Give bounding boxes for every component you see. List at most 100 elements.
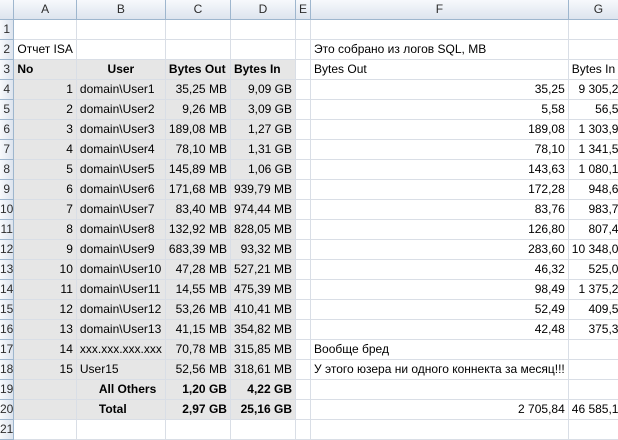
row-header[interactable]: 9 (0, 179, 15, 200)
cell-b6[interactable]: domain\User3 (76, 119, 166, 140)
cell-f19[interactable] (310, 379, 569, 400)
cell-d16[interactable]: 354,82 MB (230, 319, 297, 340)
cell-e20[interactable] (295, 399, 312, 420)
row-header[interactable]: 11 (0, 219, 15, 240)
cell-e17[interactable] (295, 339, 312, 360)
cell-g7[interactable]: 1 341,53 (568, 139, 618, 160)
cell-g1[interactable] (568, 19, 618, 40)
column-header-d[interactable]: D (230, 0, 297, 20)
cell-a17[interactable]: 14 (13, 339, 77, 360)
row-header[interactable]: 8 (0, 159, 15, 180)
row-header[interactable]: 20 (0, 399, 15, 420)
cell-b18[interactable]: User15 (76, 359, 166, 380)
cell-f12[interactable]: 283,60 (310, 239, 569, 260)
cell-c17[interactable]: 70,78 MB (165, 339, 231, 360)
cell-g12[interactable]: 10 348,08 (568, 239, 618, 260)
cell-g13[interactable]: 525,08 (568, 259, 618, 280)
cell-e14[interactable] (295, 279, 312, 300)
column-header-g[interactable]: G (568, 0, 618, 20)
row-header[interactable]: 2 (0, 39, 15, 60)
cell-d3[interactable]: Bytes In (230, 59, 297, 80)
cell-f20[interactable]: 2 705,84 (310, 399, 569, 420)
cell-b10[interactable]: domain\User7 (76, 199, 166, 220)
cell-f16[interactable]: 42,48 (310, 319, 569, 340)
row-header[interactable]: 17 (0, 339, 15, 360)
column-header-e[interactable]: E (295, 0, 312, 20)
cell-g10[interactable]: 983,70 (568, 199, 618, 220)
cell-b14[interactable]: domain\User11 (76, 279, 166, 300)
cell-a6[interactable]: 3 (13, 119, 77, 140)
cell-d12[interactable]: 93,32 MB (230, 239, 297, 260)
cell-d17[interactable]: 315,85 MB (230, 339, 297, 360)
cell-e19[interactable] (295, 379, 312, 400)
cell-b17[interactable]: xxx.xxx.xxx.xxx (76, 339, 166, 360)
cell-f2[interactable]: Это собрано из логов SQL, MB (310, 39, 569, 60)
cell-g11[interactable]: 807,45 (568, 219, 618, 240)
cell-f17[interactable]: Вообще бред (310, 339, 569, 360)
cell-e1[interactable] (295, 19, 312, 40)
row-header[interactable]: 14 (0, 279, 15, 300)
cell-a14[interactable]: 11 (13, 279, 77, 300)
cell-b11[interactable]: domain\User8 (76, 219, 166, 240)
cell-e13[interactable] (295, 259, 312, 280)
cell-a4[interactable]: 1 (13, 79, 77, 100)
cell-g6[interactable]: 1 303,95 (568, 119, 618, 140)
cell-c18[interactable]: 52,56 MB (165, 359, 231, 380)
cell-d2[interactable] (230, 39, 297, 60)
row-header[interactable]: 3 (0, 59, 15, 80)
cell-g15[interactable]: 409,55 (568, 299, 618, 320)
cell-b20[interactable]: Total (76, 399, 166, 420)
cell-f18[interactable]: У этого юзера ни одного коннекта за меся… (310, 359, 569, 380)
cell-f10[interactable]: 83,76 (310, 199, 569, 220)
row-header[interactable]: 10 (0, 199, 15, 220)
row-header[interactable]: 13 (0, 259, 15, 280)
cell-b12[interactable]: domain\User9 (76, 239, 166, 260)
cell-d10[interactable]: 974,44 MB (230, 199, 297, 220)
cell-d13[interactable]: 527,21 MB (230, 259, 297, 280)
cell-a15[interactable]: 12 (13, 299, 77, 320)
cell-b7[interactable]: domain\User4 (76, 139, 166, 160)
cell-g9[interactable]: 948,66 (568, 179, 618, 200)
row-header[interactable]: 15 (0, 299, 15, 320)
cell-a7[interactable]: 4 (13, 139, 77, 160)
cell-d6[interactable]: 1,27 GB (230, 119, 297, 140)
cell-f9[interactable]: 172,28 (310, 179, 569, 200)
cell-c20[interactable]: 2,97 GB (165, 399, 231, 420)
cell-d19[interactable]: 4,22 GB (230, 379, 297, 400)
row-header[interactable]: 1 (0, 19, 15, 40)
cell-f14[interactable]: 98,49 (310, 279, 569, 300)
column-header-f[interactable]: F (310, 0, 569, 20)
cell-e6[interactable] (295, 119, 312, 140)
row-header[interactable]: 5 (0, 99, 15, 120)
cell-f15[interactable]: 52,49 (310, 299, 569, 320)
cell-a8[interactable]: 5 (13, 159, 77, 180)
cell-c5[interactable]: 9,26 MB (165, 99, 231, 120)
cell-b3[interactable]: User (76, 59, 166, 80)
cell-c19[interactable]: 1,20 GB (165, 379, 231, 400)
cell-g8[interactable]: 1 080,13 (568, 159, 618, 180)
cell-e9[interactable] (295, 179, 312, 200)
cell-a11[interactable]: 8 (13, 219, 77, 240)
cell-c15[interactable]: 53,26 MB (165, 299, 231, 320)
cell-g4[interactable]: 9 305,21 (568, 79, 618, 100)
cell-e8[interactable] (295, 159, 312, 180)
row-header[interactable]: 18 (0, 359, 15, 380)
cell-b15[interactable]: domain\User12 (76, 299, 166, 320)
cell-g2[interactable] (568, 39, 618, 60)
row-header[interactable]: 12 (0, 239, 15, 260)
cell-e10[interactable] (295, 199, 312, 220)
cell-b9[interactable]: domain\User6 (76, 179, 166, 200)
cell-f8[interactable]: 143,63 (310, 159, 569, 180)
cell-e15[interactable] (295, 299, 312, 320)
cell-g5[interactable]: 56,52 (568, 99, 618, 120)
row-header[interactable]: 19 (0, 379, 15, 400)
cell-g14[interactable]: 1 375,26 (568, 279, 618, 300)
row-header[interactable]: 16 (0, 319, 15, 340)
cell-d14[interactable]: 475,39 MB (230, 279, 297, 300)
cell-g18[interactable] (568, 359, 618, 380)
cell-f11[interactable]: 126,80 (310, 219, 569, 240)
row-header[interactable]: 4 (0, 79, 15, 100)
cell-e4[interactable] (295, 79, 312, 100)
cell-e11[interactable] (295, 219, 312, 240)
cell-f7[interactable]: 78,10 (310, 139, 569, 160)
